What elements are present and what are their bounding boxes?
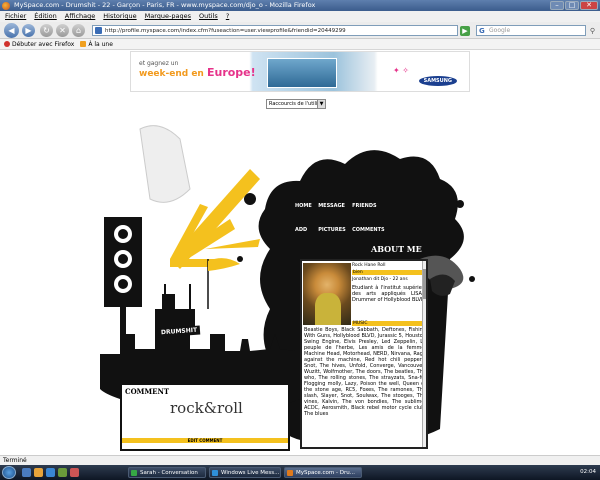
menu-fichier[interactable]: Fichier [2, 11, 29, 22]
user-shortcuts-dropdown[interactable]: Raccourcis de l'utilis ▼ [266, 99, 326, 109]
chevron-down-icon: ▼ [317, 100, 325, 108]
minimize-button[interactable]: – [550, 1, 564, 10]
bookmark-getting-started[interactable]: Débuter avec Firefox [4, 39, 74, 49]
status-bar: Terminé [0, 455, 600, 465]
dropdown-value: Raccourcis de l'utilis [269, 101, 320, 107]
firefox-task-icon [287, 470, 293, 476]
menu-marque-pages[interactable]: Marque-pages [142, 11, 194, 22]
windows-live-icon [212, 470, 218, 476]
comment-title: COMMENT [125, 387, 170, 396]
quicklaunch-media-icon[interactable] [70, 468, 79, 477]
search-placeholder: Google [489, 27, 511, 34]
comment-panel: COMMENT rock&roll EDIT COMMENT [120, 383, 290, 451]
profile-meta: Jonathan dit Djo - 22 ans [352, 277, 408, 282]
firefox-icon [2, 2, 10, 10]
music-heading: MUSIC [352, 321, 426, 326]
samsung-logo: SAMSUNG [418, 76, 457, 86]
search-input[interactable]: G Google ⚲ [476, 25, 595, 36]
quicklaunch-app-icon[interactable] [58, 468, 67, 477]
edit-comment-button[interactable]: EDIT COMMENT [122, 438, 288, 443]
comment-body: rock&roll [170, 399, 243, 417]
rss-icon [80, 41, 87, 47]
messenger-icon [131, 470, 137, 476]
status-text: Terminé [3, 457, 27, 464]
maximize-button[interactable]: □ [565, 1, 579, 10]
show-desktop-icon[interactable] [22, 468, 31, 477]
site-favicon [95, 27, 102, 34]
bookmarks-toolbar: Débuter avec Firefox À la une [0, 39, 600, 50]
url-text: http://profile.myspace.com/index.cfm?fus… [105, 28, 346, 34]
menu-bar: Fichier Édition Affichage Historique Mar… [0, 11, 600, 22]
nav-pictures[interactable]: PICTURES [318, 227, 346, 243]
url-bar[interactable]: http://profile.myspace.com/index.cfm?fus… [92, 25, 458, 36]
samsung-banner-ad[interactable]: et gagnez un week-end en Europe! ✦ ✧ SAM… [130, 51, 470, 92]
home-icon[interactable]: ⌂ [72, 24, 85, 37]
navigation-toolbar: ◀ ▶ ↻ ✕ ⌂ http://profile.myspace.com/ind… [0, 22, 600, 39]
ad-stars-icon: ✦ ✧ [393, 66, 409, 75]
google-icon: G [479, 27, 485, 35]
window-title-bar: MySpace.com - Drumshit - 22 - Garçon - P… [0, 0, 600, 11]
menu-help[interactable]: ? [223, 11, 232, 22]
task-myspace-firefox[interactable]: MySpace.com - Dru... [284, 467, 362, 478]
nav-friends[interactable]: FRIENDS [352, 203, 385, 219]
task-sarah-conversation[interactable]: Sarah - Conversation [128, 467, 206, 478]
nav-home[interactable]: HOME [295, 203, 312, 219]
profile-name: Rock Hane Roll [352, 263, 386, 268]
task-windows-live[interactable]: Windows Live Mess... [209, 467, 281, 478]
menu-affichage[interactable]: Affichage [62, 11, 99, 22]
back-button[interactable]: ◀ [4, 23, 19, 38]
nav-add[interactable]: ADD [295, 227, 312, 243]
profile-photo[interactable] [303, 263, 351, 325]
menu-historique[interactable]: Historique [100, 11, 139, 22]
music-list: Beastie Boys, Black Sabbath, Deftones, F… [304, 327, 426, 417]
bookmark-headlines[interactable]: À la une [80, 39, 113, 49]
profile-nav: HOME MESSAGE FRIENDS ADD PICTURES COMMEN… [295, 203, 385, 243]
window-title: MySpace.com - Drumshit - 22 - Garçon - P… [14, 1, 316, 9]
profile-intro: Etudiant à l'institut supérieur des arts… [352, 285, 427, 303]
ad-line2: week-end en Europe! [139, 66, 256, 79]
quicklaunch-ie-icon[interactable] [46, 468, 55, 477]
nav-comments[interactable]: COMMENTS [352, 227, 385, 243]
quicklaunch-firefox-icon[interactable] [34, 468, 43, 477]
stop-icon[interactable]: ✕ [56, 24, 69, 37]
page-content: et gagnez un week-end en Europe! ✦ ✧ SAM… [0, 51, 600, 455]
reload-icon[interactable]: ↻ [40, 24, 53, 37]
clock: 02:04 [580, 469, 596, 475]
bookmark-icon [4, 41, 10, 47]
search-icon[interactable]: ⚲ [590, 26, 595, 36]
about-me-heading: ABOUT ME [368, 243, 425, 255]
profile-tag: bien [352, 270, 426, 275]
go-button[interactable]: ▶ [460, 26, 470, 36]
nav-message[interactable]: MESSAGE [318, 203, 346, 219]
start-button[interactable] [2, 466, 16, 479]
about-scrollbar[interactable] [422, 261, 426, 447]
ad-boat-image [267, 58, 337, 88]
windows-taskbar: Sarah - Conversation Windows Live Mess..… [0, 465, 600, 480]
menu-outils[interactable]: Outils [196, 11, 221, 22]
about-me-panel[interactable]: Rock Hane Roll bien Jonathan dit Djo - 2… [300, 259, 428, 449]
close-button[interactable]: ✕ [580, 1, 598, 10]
profile-artwork: DRUMSHIT HOME MESSAGE FRIENDS ADD PICTUR… [100, 109, 500, 455]
forward-button[interactable]: ▶ [22, 24, 35, 37]
menu-edition[interactable]: Édition [31, 11, 60, 22]
